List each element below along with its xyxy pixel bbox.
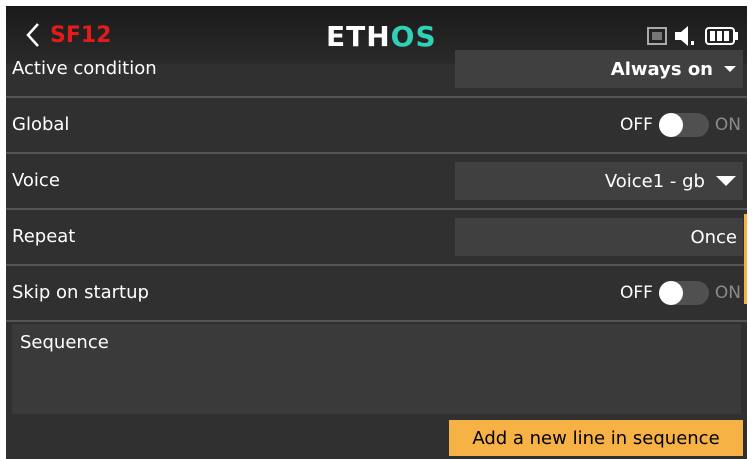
global-label: Global	[12, 114, 70, 135]
row-voice: Voice Voice1 - gb	[6, 154, 747, 210]
row-repeat: Repeat Once	[6, 210, 747, 266]
active-condition-value: Always on	[610, 58, 713, 80]
settings-list[interactable]: Active condition Always on Global OFF ON…	[6, 50, 747, 459]
scroll-indicator	[744, 214, 747, 304]
active-condition-dropdown[interactable]: Always on	[455, 50, 743, 88]
skip-off-label: OFF	[619, 283, 653, 303]
skip-switch[interactable]	[658, 281, 709, 305]
radio-screen: SF12 ETHOS Active condition Always on Gl…	[6, 6, 747, 459]
global-off-label: OFF	[619, 115, 653, 135]
skip-on-label: ON	[714, 283, 741, 303]
global-on-label: ON	[714, 115, 741, 135]
global-switch[interactable]	[658, 113, 709, 137]
voice-label: Voice	[12, 170, 60, 191]
repeat-label: Repeat	[12, 226, 76, 247]
chevron-down-icon	[724, 66, 736, 72]
sequence-panel[interactable]: Sequence	[12, 324, 741, 414]
row-skip-on-startup: Skip on startup OFF ON	[6, 266, 747, 322]
add-sequence-line-button[interactable]: Add a new line in sequence	[449, 420, 743, 456]
voice-value: Voice1 - gb	[604, 170, 705, 192]
repeat-value: Once	[690, 226, 737, 248]
toggle-knob	[658, 281, 683, 305]
row-active-condition: Active condition Always on	[6, 42, 747, 98]
chevron-down-icon	[716, 176, 736, 186]
skip-on-startup-label: Skip on startup	[12, 282, 149, 303]
active-condition-label: Active condition	[12, 58, 157, 79]
toggle-knob	[658, 113, 683, 137]
skip-on-startup-toggle[interactable]: OFF ON	[620, 266, 741, 320]
repeat-field[interactable]: Once	[455, 218, 743, 256]
row-global: Global OFF ON	[6, 98, 747, 154]
sequence-label: Sequence	[20, 332, 109, 353]
voice-dropdown[interactable]: Voice1 - gb	[455, 162, 743, 200]
global-toggle[interactable]: OFF ON	[620, 98, 741, 152]
